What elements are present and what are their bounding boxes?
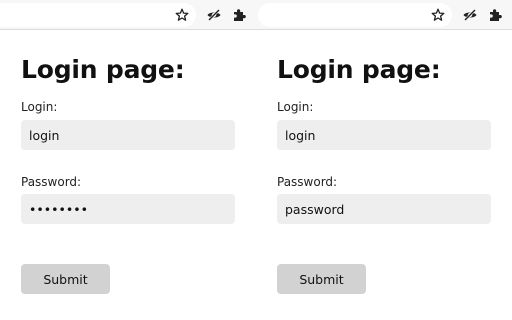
- page-title: Login page:: [21, 55, 185, 84]
- address-bar[interactable]: [258, 3, 452, 27]
- star-icon[interactable]: [174, 7, 190, 23]
- puzzle-icon[interactable]: [231, 7, 247, 23]
- login-label: Login:: [277, 100, 314, 114]
- login-label: Login:: [21, 100, 58, 114]
- split-browser-view: Login page: Login: Password: Submit: [0, 0, 512, 320]
- browser-pane-left: Login page: Login: Password: Submit: [0, 0, 256, 320]
- eye-off-icon[interactable]: [462, 7, 478, 23]
- address-bar[interactable]: [0, 3, 196, 27]
- password-label: Password:: [277, 175, 338, 189]
- password-input[interactable]: [277, 194, 491, 224]
- star-icon[interactable]: [430, 7, 446, 23]
- page-title: Login page:: [277, 55, 441, 84]
- browser-toolbar: [256, 0, 512, 30]
- browser-toolbar: [0, 0, 256, 30]
- login-input[interactable]: [21, 120, 235, 150]
- password-input[interactable]: [21, 194, 235, 224]
- login-input[interactable]: [277, 120, 491, 150]
- browser-pane-right: Login page: Login: Password: Submit: [256, 0, 512, 320]
- puzzle-icon[interactable]: [487, 7, 503, 23]
- submit-button[interactable]: Submit: [277, 264, 366, 294]
- eye-off-icon[interactable]: [206, 7, 222, 23]
- submit-button[interactable]: Submit: [21, 264, 110, 294]
- password-label: Password:: [21, 175, 82, 189]
